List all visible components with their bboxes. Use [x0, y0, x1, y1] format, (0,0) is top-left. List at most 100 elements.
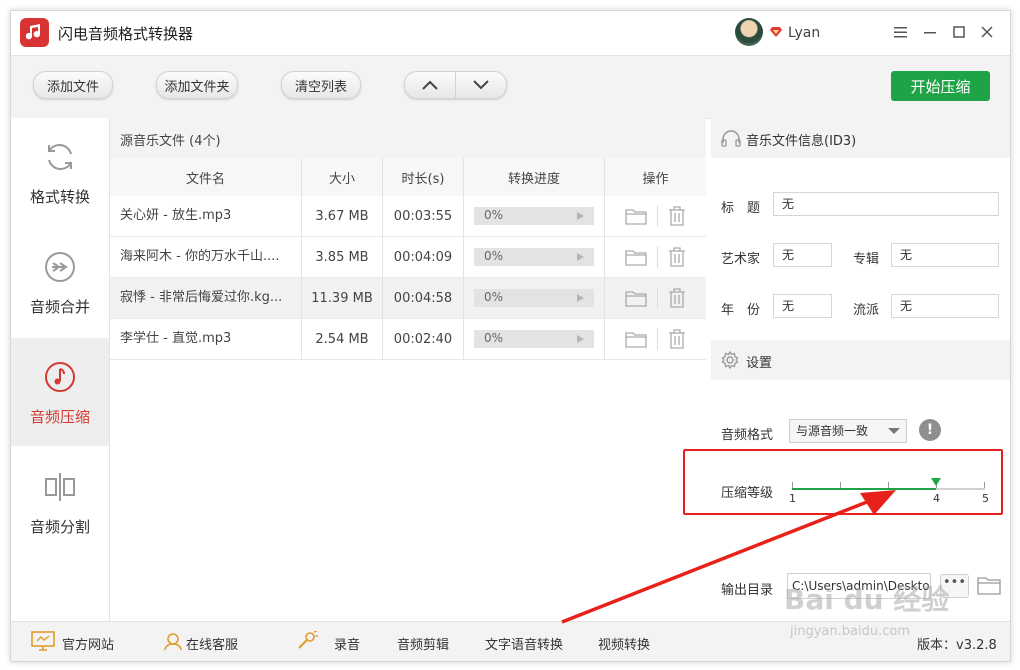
slider-fill	[792, 488, 936, 490]
file-name: 关心妍 - 放生.mp3	[120, 208, 232, 223]
delete-icon[interactable]	[668, 329, 686, 349]
audio-format-select[interactable]: 与源音频一致	[789, 419, 907, 443]
title-bar: 闪电音频格式转换器 Lyan	[11, 11, 1010, 55]
open-folder-icon[interactable]	[625, 207, 647, 225]
col-actions: 操作	[642, 171, 669, 187]
play-icon[interactable]	[577, 212, 584, 220]
browse-button[interactable]: •••	[940, 574, 969, 598]
delete-icon[interactable]	[668, 288, 686, 308]
record-link[interactable]: 录音	[334, 634, 360, 653]
online-support-link[interactable]: 在线客服	[186, 634, 238, 653]
support-agent-icon	[164, 633, 182, 651]
slider-thumb[interactable]	[931, 478, 941, 486]
app-window: 闪电音频格式转换器 Lyan 添加文件 添加文件夹 清空列表 开始压缩 格式转换…	[10, 10, 1011, 662]
sidebar-item-audio-split[interactable]: 音频分割	[11, 448, 109, 556]
chevron-down-icon	[888, 428, 900, 434]
tag-album-field[interactable]: 无	[891, 243, 999, 267]
file-duration: 00:04:58	[383, 278, 464, 318]
move-up-button[interactable]	[405, 72, 456, 98]
tag-title-field[interactable]: 无	[773, 192, 999, 216]
level-value-label: 4	[933, 492, 940, 505]
add-folder-button[interactable]: 添加文件夹	[156, 71, 238, 99]
tag-genre-label: 流派	[853, 303, 880, 318]
settings-section-header: 设置	[711, 340, 1010, 380]
table-header: 文件名 大小 时长(s) 转换进度 操作	[110, 158, 706, 196]
open-folder-icon[interactable]	[977, 575, 1001, 595]
headphones-icon	[721, 130, 741, 147]
table-row[interactable]: 寂悸 - 非常后悔爱过你.kg... 11.39 MB 00:04:58 0%	[110, 278, 706, 319]
progress-bar: 0%	[474, 289, 594, 307]
video-convert-link[interactable]: 视频转换	[598, 634, 650, 653]
sidebar-item-audio-merge[interactable]: 音频合并	[11, 228, 109, 336]
sidebar: 格式转换 音频合并 音频压缩 音频分割	[11, 118, 110, 621]
tag-artist-field[interactable]: 无	[773, 243, 832, 267]
start-compress-button[interactable]: 开始压缩	[891, 71, 990, 101]
play-icon[interactable]	[577, 335, 584, 343]
file-size: 3.85 MB	[302, 237, 383, 277]
progress-text: 0%	[484, 331, 504, 345]
audio-cut-link[interactable]: 音频剪辑	[397, 634, 449, 653]
gear-icon	[721, 351, 739, 369]
minimize-icon[interactable]	[921, 23, 939, 41]
id3-section-header: 音乐文件信息(ID3)	[711, 118, 1010, 158]
tag-year-label: 年 份	[721, 303, 761, 318]
username[interactable]: Lyan	[788, 25, 820, 41]
official-website-link[interactable]: 官方网站	[62, 634, 114, 653]
file-list-title: 源音乐文件 (4个)	[120, 134, 221, 149]
table-row[interactable]: 李学仕 - 直觉.mp3 2.54 MB 00:02:40 0%	[110, 319, 706, 360]
text-to-speech-link[interactable]: 文字语音转换	[485, 634, 563, 653]
col-size: 大小	[302, 158, 383, 196]
file-duration: 00:03:55	[383, 196, 464, 236]
file-size: 11.39 MB	[302, 278, 383, 318]
slider-tick	[888, 482, 889, 488]
play-icon[interactable]	[577, 294, 584, 302]
delete-icon[interactable]	[668, 206, 686, 226]
move-down-button[interactable]	[456, 72, 506, 98]
clear-list-button[interactable]: 清空列表	[281, 71, 361, 99]
version-label: 版本：v3.2.8	[917, 638, 997, 653]
sidebar-item-label: 格式转换	[29, 188, 90, 206]
open-folder-icon[interactable]	[625, 289, 647, 307]
reorder-buttons	[404, 71, 507, 99]
table-row[interactable]: 关心妍 - 放生.mp3 3.67 MB 00:03:55 0%	[110, 196, 706, 237]
file-name: 海来阿木 - 你的万水千山....	[120, 249, 280, 264]
file-list-pane: 源音乐文件 (4个) 文件名 大小 时长(s) 转换进度 操作 关心妍 - 放生…	[110, 118, 706, 621]
sidebar-item-label: 音频分割	[29, 518, 90, 536]
chevron-down-icon	[473, 80, 489, 90]
tag-genre-field[interactable]: 无	[891, 294, 999, 318]
monitor-icon	[31, 631, 55, 651]
vip-diamond-icon	[770, 27, 782, 37]
sidebar-item-format-convert[interactable]: 格式转换	[11, 118, 109, 226]
table-row[interactable]: 海来阿木 - 你的万水千山.... 3.85 MB 00:04:09 0%	[110, 237, 706, 278]
slider-tick	[792, 482, 793, 488]
add-file-button[interactable]: 添加文件	[33, 71, 113, 99]
tag-year-field[interactable]: 无	[773, 294, 832, 318]
progress-bar: 0%	[474, 330, 594, 348]
tag-artist-label: 艺术家	[721, 252, 761, 267]
info-icon[interactable]: !	[919, 419, 941, 441]
sidebar-item-label: 音频合并	[29, 298, 90, 316]
menu-icon[interactable]	[891, 23, 909, 41]
progress-bar: 0%	[474, 207, 594, 225]
user-avatar[interactable]	[735, 18, 763, 46]
maximize-icon[interactable]	[950, 23, 968, 41]
delete-icon[interactable]	[668, 247, 686, 267]
col-progress: 转换进度	[464, 158, 605, 196]
sidebar-item-label: 音频压缩	[29, 408, 90, 426]
play-icon[interactable]	[577, 253, 584, 261]
open-folder-icon[interactable]	[625, 330, 647, 348]
audio-format-label: 音频格式	[721, 428, 774, 443]
col-filename: 文件名	[110, 158, 302, 196]
open-folder-icon[interactable]	[625, 248, 647, 266]
compress-level-label: 压缩等级	[721, 486, 774, 501]
level-max-label: 5	[982, 492, 989, 505]
compress-level-slider[interactable]	[792, 478, 985, 490]
sidebar-item-audio-compress[interactable]: 音频压缩	[11, 338, 109, 446]
app-logo-icon	[20, 18, 49, 47]
close-icon[interactable]	[978, 23, 996, 41]
microphone-icon	[298, 631, 318, 649]
file-duration: 00:02:40	[383, 319, 464, 359]
split-icon	[45, 473, 75, 501]
output-dir-field[interactable]: C:\Users\admin\Desktop	[787, 573, 931, 599]
file-duration: 00:04:09	[383, 237, 464, 277]
